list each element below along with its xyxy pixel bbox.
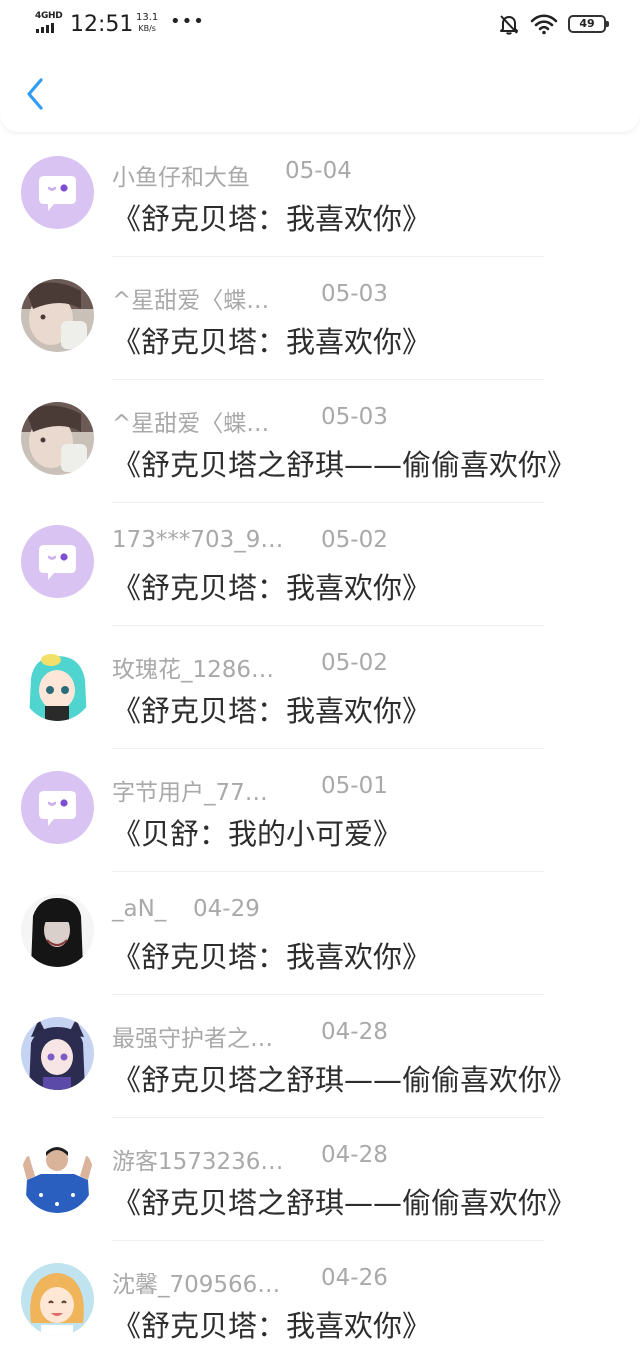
user-avatar[interactable] [21,771,94,844]
user-name[interactable]: ^星甜爱〈蝶… [112,281,269,315]
comment-item[interactable]: ^星甜爱〈蝶… 05-03 《舒克贝塔：我喜欢你》 [0,257,640,380]
network-speed: 13.1 KB/s [136,12,158,34]
user-avatar[interactable] [21,402,94,475]
comment-item[interactable]: 游客1573236… 04-28 《舒克贝塔之舒琪——偷偷喜欢你》 [0,1118,640,1241]
network-speed-unit: KB/s [138,24,156,33]
comment-meta: 173***703_9… 05-02 [112,527,388,557]
comment-text[interactable]: 《舒克贝塔：我喜欢你》 [112,565,431,607]
status-icons: 49 [498,13,609,35]
user-name[interactable]: 字节用户_77… [112,773,268,807]
comment-text[interactable]: 《舒克贝塔之舒琪——偷偷喜欢你》 [112,442,576,484]
comment-date: 04-26 [321,1265,388,1291]
comment-date: 05-03 [321,404,388,430]
comment-date: 05-02 [321,527,388,553]
comment-text[interactable]: 《舒克贝塔：我喜欢你》 [112,688,431,730]
mute-bell-icon [500,15,518,35]
comment-meta: 游客1573236… 04-28 [112,1142,388,1175]
comment-meta: 最强守护者之… 04-28 [112,1019,388,1052]
comment-date: 04-28 [321,1142,388,1168]
comment-meta: 小鱼仔和大鱼 05-04 [112,158,352,191]
wifi-icon [530,14,558,35]
user-avatar[interactable] [21,279,94,352]
user-name[interactable]: _aN_ [112,896,166,922]
comment-date: 05-01 [321,773,388,799]
user-name[interactable]: 游客1573236… [112,1142,283,1176]
user-avatar[interactable] [21,1140,94,1213]
comment-item[interactable]: 最强守护者之… 04-28 《舒克贝塔之舒琪——偷偷喜欢你》 [0,995,640,1118]
back-button[interactable] [18,74,52,114]
comment-item[interactable]: 小鱼仔和大鱼 05-04 《舒克贝塔：我喜欢你》 [0,134,640,257]
comment-text[interactable]: 《贝舒：我的小可爱》 [112,811,402,853]
network-type-label: 4GHD [35,11,63,21]
user-name[interactable]: 玫瑰花_1286… [112,650,274,684]
comment-meta: 玫瑰花_1286… 05-02 [112,650,388,683]
comment-meta: ^星甜爱〈蝶… 05-03 [112,404,388,437]
comment-text[interactable]: 《舒克贝塔之舒琪——偷偷喜欢你》 [112,1180,576,1222]
comment-date: 04-28 [321,1019,388,1045]
user-name[interactable]: 173***703_9… [112,527,283,553]
signal-icon [36,23,54,33]
comment-item[interactable]: 玫瑰花_1286… 05-02 《舒克贝塔：我喜欢你》 [0,626,640,749]
comment-meta: ^星甜爱〈蝶… 05-03 [112,281,388,314]
comment-text[interactable]: 《舒克贝塔：我喜欢你》 [112,196,431,238]
comment-item[interactable]: _aN_ 04-29 《舒克贝塔：我喜欢你》 [0,872,640,995]
chevron-left-icon [27,78,43,110]
comment-text[interactable]: 《舒克贝塔：我喜欢你》 [112,319,431,361]
user-avatar[interactable] [21,894,94,967]
top-nav-bar [0,52,640,132]
user-avatar[interactable] [21,1263,94,1336]
status-bar: 4GHD 12:51 13.1 KB/s ••• 49 [0,0,640,52]
comment-date: 04-29 [193,896,260,922]
comment-item[interactable]: 173***703_9… 05-02 《舒克贝塔：我喜欢你》 [0,503,640,626]
comment-date: 05-02 [321,650,388,676]
user-avatar[interactable] [21,156,94,229]
comment-meta: 沈馨_709566… 04-26 [112,1265,388,1298]
user-avatar[interactable] [21,648,94,721]
user-name[interactable]: 最强守护者之… [112,1019,273,1053]
comment-list: 小鱼仔和大鱼 05-04 《舒克贝塔：我喜欢你》 ^星甜爱〈蝶… 05-03 《舒克贝塔：… [0,134,640,1364]
comment-item[interactable]: ^星甜爱〈蝶… 05-03 《舒克贝塔之舒琪——偷偷喜欢你》 [0,380,640,503]
user-name[interactable]: 沈馨_709566… [112,1265,280,1299]
more-notifications-icon: ••• [170,11,205,32]
user-name[interactable]: 小鱼仔和大鱼 [112,158,250,192]
comment-item[interactable]: 字节用户_77… 05-01 《贝舒：我的小可爱》 [0,749,640,872]
comment-meta: 字节用户_77… 05-01 [112,773,388,806]
comment-text[interactable]: 《舒克贝塔：我喜欢你》 [112,1303,431,1345]
user-avatar[interactable] [21,1017,94,1090]
comment-meta: _aN_ 04-29 [112,896,260,926]
comment-item[interactable]: 沈馨_709566… 04-26 《舒克贝塔：我喜欢你》 [0,1241,640,1364]
battery-icon: 49 [568,15,609,33]
user-avatar[interactable] [21,525,94,598]
comment-date: 05-03 [321,281,388,307]
comment-text[interactable]: 《舒克贝塔之舒琪——偷偷喜欢你》 [112,1057,576,1099]
status-time: 12:51 [70,12,134,37]
comment-date: 05-04 [285,158,352,184]
network-speed-value: 13.1 [136,12,159,23]
comment-text[interactable]: 《舒克贝塔：我喜欢你》 [112,934,431,976]
user-name[interactable]: ^星甜爱〈蝶… [112,404,269,438]
